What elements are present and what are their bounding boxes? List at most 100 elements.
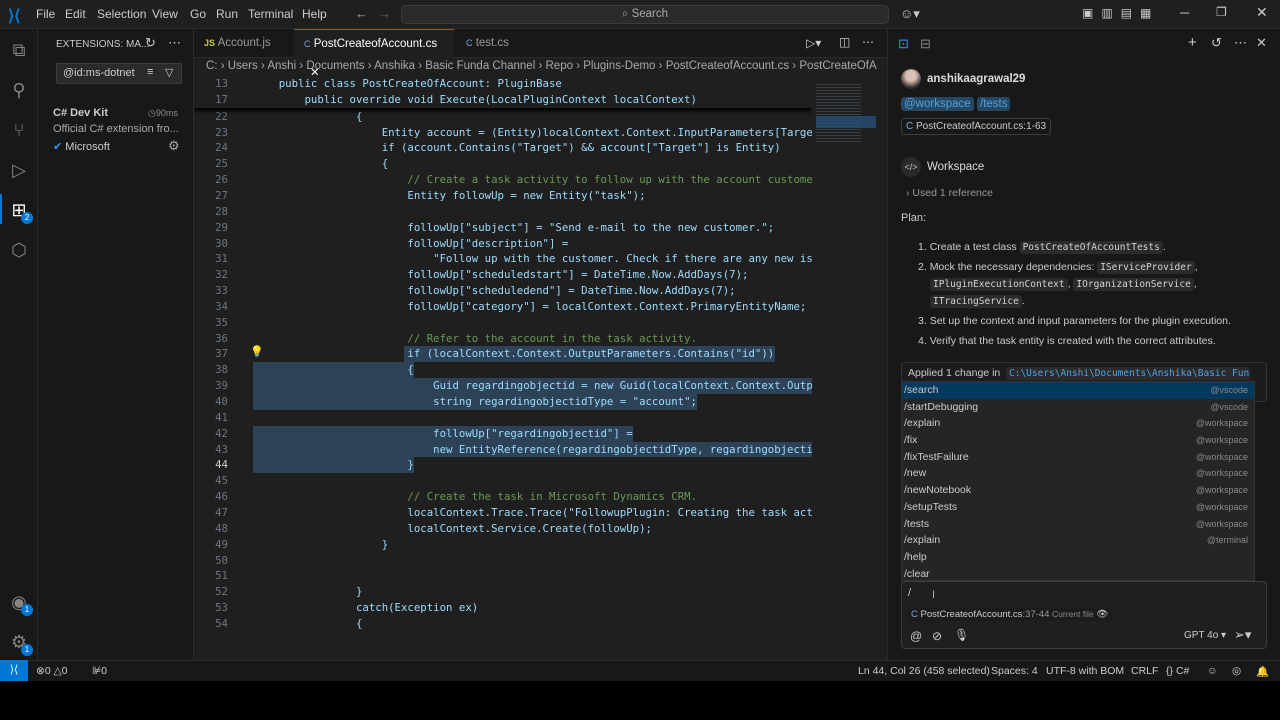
code-line[interactable]: followUp["scheduledend"] = DateTime.Now.… [253,283,812,299]
language-mode[interactable]: {} C# [1166,665,1189,677]
code-line[interactable] [253,204,812,220]
breadcrumb-item[interactable]: Basic Funda Channel [425,60,535,72]
minimap[interactable] [812,76,887,176]
run-debug-icon[interactable]: ▷ [8,159,30,181]
slash-command-option[interactable]: /explain @terminal [902,532,1254,549]
code-line[interactable]: "Follow up with the customer. Check if t… [253,251,812,267]
model-picker[interactable]: GPT 4o ▾ [1184,630,1226,641]
more-icon[interactable]: ⋯ [1234,35,1247,51]
command-center-search[interactable]: ⌕ Search [401,5,889,24]
breadcrumb-item[interactable]: Documents [306,60,364,72]
code-line[interactable]: followUp["subject"] = "Send e-mail to th… [253,220,812,236]
menu-file[interactable]: File [36,7,55,21]
code-line[interactable]: } [253,584,812,600]
menu-go[interactable]: Go [190,7,206,21]
chat-input[interactable]: / I C PostCreateofAccount.cs:37-44 Curre… [901,581,1267,649]
slash-command-option[interactable]: /fix @workspace [902,432,1254,449]
clear-filter-icon[interactable]: ≡ [147,66,153,78]
tab-test-cs[interactable]: C test.cs [456,29,536,58]
split-editor-icon[interactable]: ◫ [839,35,850,49]
extension-item-csharp-dev-kit[interactable]: C# Dev Kit ◷90ms Official C# extension f… [38,104,194,158]
code-line[interactable]: new EntityReference(regardingobjectidTyp… [253,442,812,458]
forward-arrow-icon[interactable]: → [378,6,391,21]
breadcrumb-item[interactable]: C: [206,60,218,72]
breadcrumb-item[interactable]: Anshi [267,60,296,72]
code-line[interactable]: public override void Execute(LocalPlugin… [253,92,812,108]
menu-terminal[interactable]: Terminal [248,7,293,21]
lightbulb-icon[interactable]: 💡 [250,345,264,358]
chat-tab-icon[interactable]: ⊡ [898,36,909,52]
slash-command-option[interactable]: /clear [902,566,1254,583]
code-line[interactable]: public class PostCreateOfAccount: Plugin… [253,76,812,92]
code-line[interactable]: followUp["category"] = localContext.Cont… [253,299,812,315]
breadcrumb-item[interactable]: PostCreateofAccount.cs [666,60,789,72]
cursor-position[interactable]: Ln 44, Col 26 (458 selected) [858,665,990,677]
reference-chip[interactable]: C PostCreateofAccount.cs:1-63 [901,118,1052,135]
close-panel-icon[interactable]: ✕ [1256,35,1267,51]
code-line[interactable]: Entity account = (Entity)localContext.Co… [253,125,812,141]
breadcrumb-item[interactable]: Users [228,60,258,72]
back-arrow-icon[interactable]: ← [355,6,368,21]
slash-command-option[interactable]: /fixTestFailure @workspace [902,449,1254,466]
code-line[interactable]: } [253,457,812,473]
filter-icon[interactable]: ▽ [165,66,173,79]
minimize-button[interactable]: ─ [1180,5,1189,20]
breadcrumb-item[interactable]: Plugins-Demo [583,60,655,72]
line-ending[interactable]: CRLF [1131,665,1158,677]
sticky-scroll[interactable]: 13 public class PostCreateOfAccount: Plu… [194,76,812,108]
code-line[interactable] [253,315,812,331]
search-icon[interactable]: ⚲ [8,79,30,101]
slash-command-option[interactable]: /newNotebook @workspace [902,482,1254,499]
close-window-button[interactable]: ✕ [1256,4,1268,21]
current-file-context-chip[interactable]: C PostCreateofAccount.cs:37-44 Current f… [907,608,1113,621]
send-icon[interactable]: ➢▾ [1234,627,1251,643]
code-line[interactable]: Entity followUp = new Entity("task"); [253,188,812,204]
breadcrumb-item[interactable]: PostCreateOfA [799,60,876,72]
history-icon[interactable]: ↺ [1211,35,1222,51]
code-line[interactable]: { [253,362,812,378]
code-line[interactable] [253,473,812,489]
menu-selection[interactable]: Selection [97,7,146,21]
manage-gear-icon[interactable]: ⚙ [168,138,180,154]
new-chat-icon[interactable]: + [1188,34,1197,51]
code-line[interactable]: { [253,156,812,172]
slash-command-option[interactable]: /explain @workspace [902,415,1254,432]
attach-icon[interactable]: ⊘ [932,629,942,643]
code-line[interactable]: // Refer to the account in the task acti… [253,331,812,347]
remote-explorer-icon[interactable]: ⬡ [8,239,30,261]
slash-command-option[interactable]: /help [902,549,1254,566]
slash-command-option[interactable]: /search @vscode [902,382,1254,399]
copilot-status-icon[interactable]: ☺ [1207,665,1218,677]
indentation[interactable]: Spaces: 4 [991,665,1038,677]
notifications-icon[interactable]: 🔔 [1256,665,1269,678]
source-control-icon[interactable]: ⑂ [8,119,30,141]
problems-indicator[interactable]: ⊗0 △0 [36,665,68,677]
used-references-toggle[interactable]: › Used 1 reference [906,187,993,199]
slash-command-option[interactable]: /setupTests @workspace [902,499,1254,516]
code-line[interactable]: } [253,537,812,553]
eye-icon[interactable]: 👁 [1096,609,1108,620]
code-line[interactable]: Guid regardingobjectid = new Guid(localC… [253,378,812,394]
menu-view[interactable]: View [152,7,178,21]
edits-tab-icon[interactable]: ⊟ [920,36,931,52]
code-line[interactable]: localContext.Service.Create(followUp); [253,521,812,537]
breadcrumb-item[interactable]: Anshika [374,60,415,72]
slash-command-option[interactable]: /startDebugging @vscode [902,399,1254,416]
code-line[interactable]: catch(Exception ex) [253,600,812,616]
code-line[interactable] [253,553,812,569]
remote-indicator-icon[interactable]: ⟩⟨ [0,660,28,681]
explorer-icon[interactable]: ⧉ [8,39,30,61]
tab-account-js[interactable]: JS Account.js [194,29,292,58]
code-line[interactable]: followUp["scheduledstart"] = DateTime.No… [253,267,812,283]
more-actions-icon[interactable]: ⋯ [168,35,181,51]
menu-help[interactable]: Help [302,7,327,21]
encoding[interactable]: UTF-8 with BOM [1046,665,1124,677]
code-line[interactable]: { [253,616,812,632]
code-editor[interactable]: 20 {21 try22 {23 Entity account = (Entit… [194,76,812,660]
run-icon[interactable]: ▷▾ [806,36,821,50]
extension-search-input[interactable]: @id:ms-dotnett ≡ ▽ [56,63,182,84]
copilot-icon[interactable]: ☺▾ [900,6,920,22]
layout-controls[interactable]: ▣▥▤▦ [1082,6,1159,20]
code-line[interactable]: followUp["description"] = [253,236,812,252]
code-line[interactable]: if (account.Contains("Target") && accoun… [253,140,812,156]
